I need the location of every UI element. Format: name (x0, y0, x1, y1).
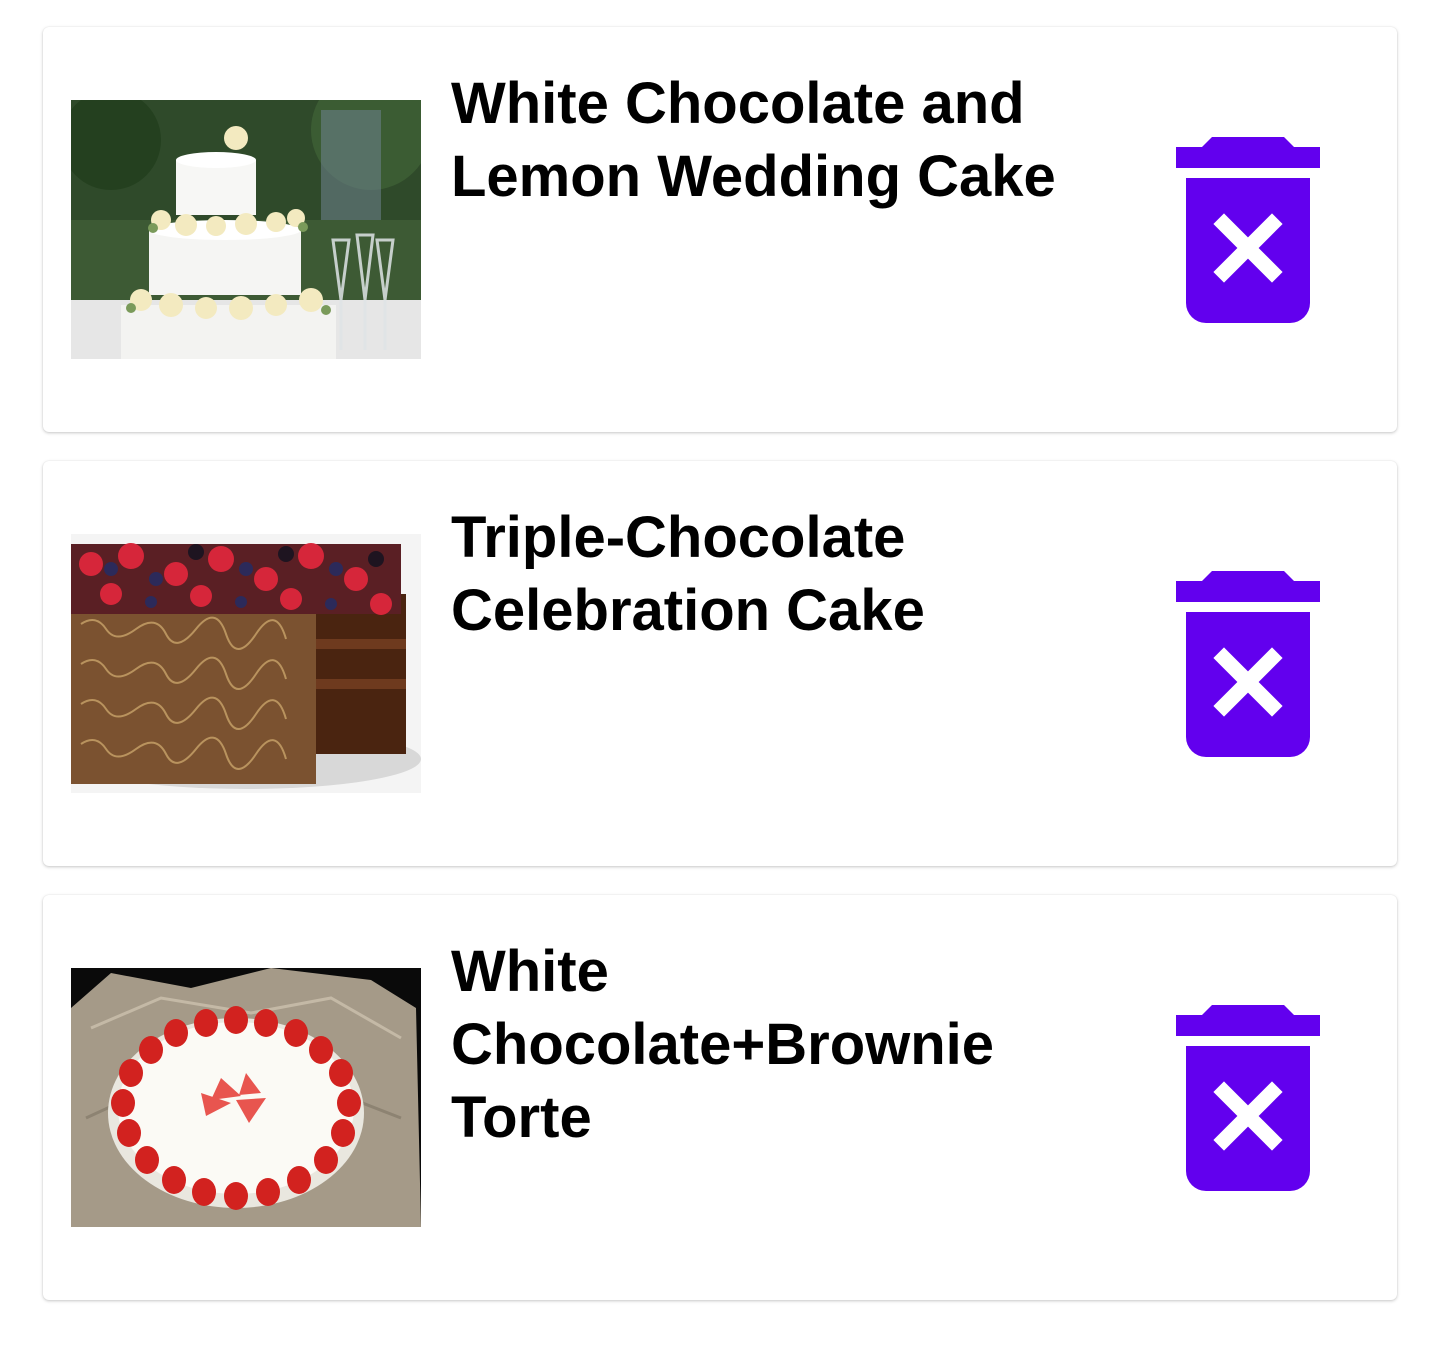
delete-forever-icon (1176, 1005, 1320, 1191)
recipe-card[interactable]: White Chocolate and Lemon Wedding Cake (43, 27, 1397, 432)
delete-button[interactable] (1176, 1005, 1320, 1191)
strawberry-torte-image (71, 968, 421, 1227)
recipe-list: White Chocolate and Lemon Wedding Cake T… (0, 0, 1440, 1350)
recipe-title: White Chocolate and Lemon Wedding Cake (451, 71, 1056, 209)
delete-forever-icon (1176, 571, 1320, 757)
berry-chocolate-cake-image (71, 534, 421, 793)
recipe-title: White Chocolate+Brownie Torte (451, 939, 995, 1150)
delete-button[interactable] (1176, 137, 1320, 323)
wedding-cake-image (71, 100, 421, 359)
recipe-title: Triple-Chocolate Celebration Cake (451, 505, 925, 643)
recipe-card[interactable]: Triple-Chocolate Celebration Cake (43, 461, 1397, 866)
delete-forever-icon (1176, 137, 1320, 323)
recipe-card[interactable]: White Chocolate+Brownie Torte (43, 895, 1397, 1300)
delete-button[interactable] (1176, 571, 1320, 757)
